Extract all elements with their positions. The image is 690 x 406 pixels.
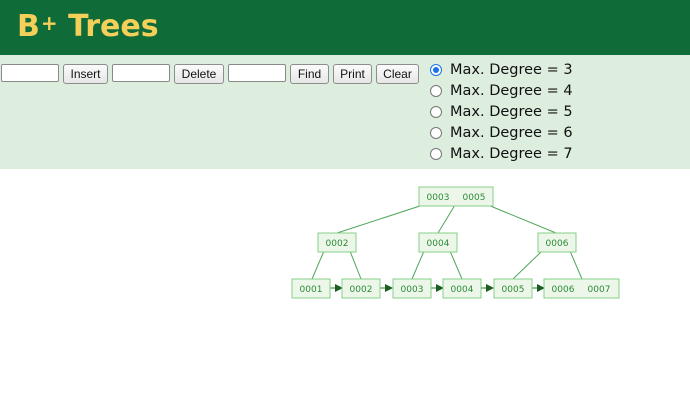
node-key: 0004 xyxy=(451,285,474,295)
node-key: 0002 xyxy=(326,239,349,249)
find-button[interactable]: Find xyxy=(290,64,329,84)
degree-option-label: Max. Degree = 3 xyxy=(450,61,573,78)
degree-7-radio[interactable] xyxy=(430,147,442,160)
degree-option-label: Max. Degree = 5 xyxy=(450,103,573,120)
tree-edge xyxy=(437,204,456,234)
node-key: 0007 xyxy=(588,285,611,295)
degree-option-6[interactable]: Max. Degree = 6 xyxy=(430,122,573,143)
leaf-node: 0002 xyxy=(341,278,381,299)
degree-option-7[interactable]: Max. Degree = 7 xyxy=(430,143,573,164)
node-key: 0003 xyxy=(401,285,424,295)
node-key: 0005 xyxy=(463,193,486,203)
root-node: 0003 0005 xyxy=(418,186,494,207)
node-key: 0004 xyxy=(427,239,450,249)
clear-button[interactable]: Clear xyxy=(376,64,419,84)
leaf-node: 0003 xyxy=(392,278,432,299)
find-input[interactable] xyxy=(228,64,286,82)
internal-node: 0006 xyxy=(537,232,577,253)
tree-edge xyxy=(569,250,583,280)
node-key: 0006 xyxy=(546,239,569,249)
tree-edge xyxy=(449,250,463,280)
internal-node: 0004 xyxy=(418,232,458,253)
delete-input[interactable] xyxy=(112,64,170,82)
node-key: 0005 xyxy=(502,285,525,295)
node-key: 0002 xyxy=(350,285,373,295)
degree-option-label: Max. Degree = 7 xyxy=(450,145,573,162)
node-key: 0001 xyxy=(300,285,323,295)
leaf-node: 0004 xyxy=(442,278,482,299)
tree-edge xyxy=(487,204,557,234)
node-key: 0003 xyxy=(427,193,450,203)
tree-edge xyxy=(311,250,325,280)
page-title: B+ Trees xyxy=(17,9,159,44)
degree-4-radio[interactable] xyxy=(430,84,442,97)
degree-option-label: Max. Degree = 6 xyxy=(450,124,573,141)
tree-edge xyxy=(411,250,425,280)
leaf-node: 0001 xyxy=(291,278,331,299)
degree-option-3[interactable]: Max. Degree = 3 xyxy=(430,59,573,80)
header-bar: B+ Trees xyxy=(0,0,690,55)
node-key: 0006 xyxy=(552,285,575,295)
tree-edge xyxy=(349,250,362,280)
degree-option-5[interactable]: Max. Degree = 5 xyxy=(430,101,573,122)
tree-edge xyxy=(336,204,424,234)
degree-option-label: Max. Degree = 4 xyxy=(450,82,573,99)
delete-button[interactable]: Delete xyxy=(174,64,224,84)
degree-option-4[interactable]: Max. Degree = 4 xyxy=(430,80,573,101)
internal-node: 0002 xyxy=(317,232,357,253)
insert-input[interactable] xyxy=(1,64,59,82)
controls-panel: Insert Delete Find Print Clear Max. Degr… xyxy=(0,55,690,169)
print-button[interactable]: Print xyxy=(333,64,372,84)
leaf-node: 0005 xyxy=(493,278,533,299)
leaf-node: 0006 0007 xyxy=(543,278,620,299)
insert-button[interactable]: Insert xyxy=(63,64,108,84)
degree-5-radio[interactable] xyxy=(430,105,442,118)
degree-6-radio[interactable] xyxy=(430,126,442,139)
degree-3-radio[interactable] xyxy=(430,63,442,76)
bplus-tree-canvas: 0003 0005 0002 0004 0006 0001 0002 0003 … xyxy=(291,186,620,299)
tree-edge xyxy=(512,250,543,280)
